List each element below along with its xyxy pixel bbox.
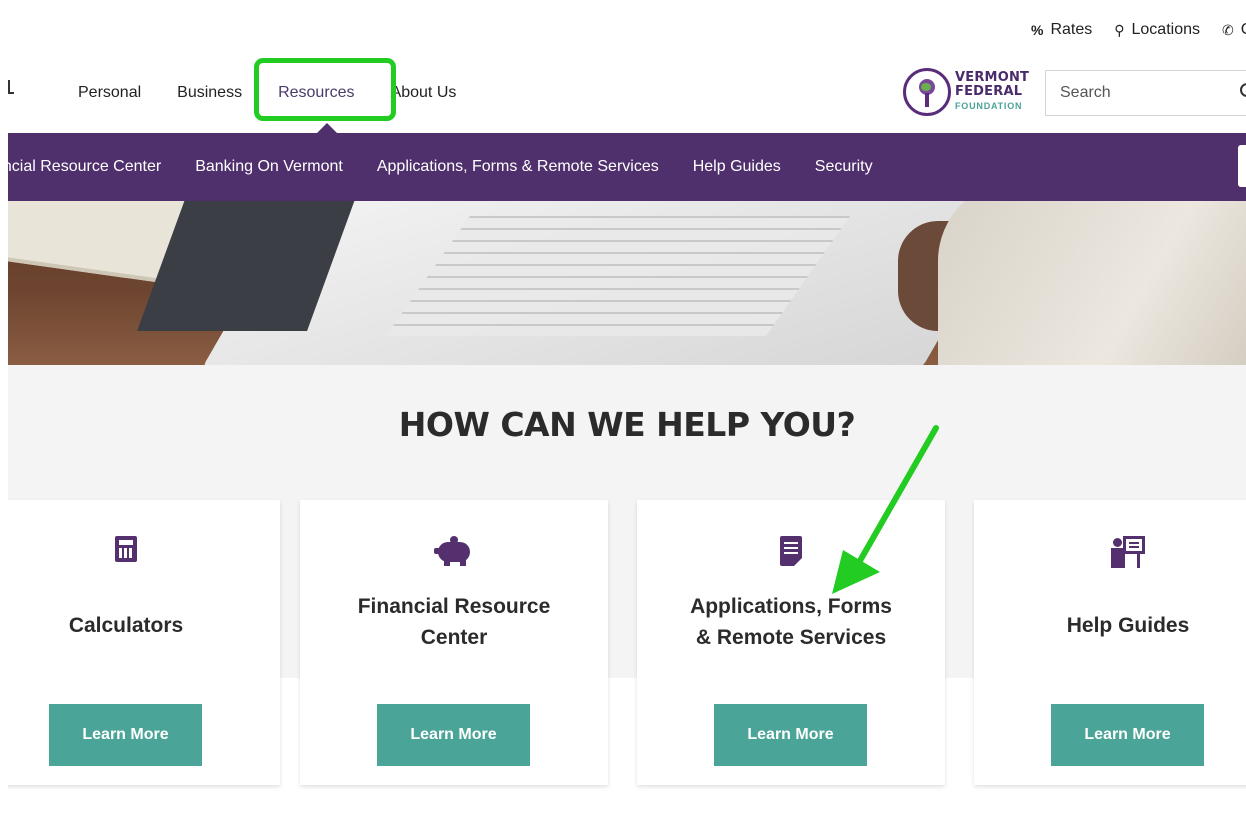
help-heading: HOW CAN WE HELP YOU? <box>398 405 856 444</box>
active-nav-caret <box>317 123 337 133</box>
foundation-wordmark: VERMONT FEDERAL FOUNDATION <box>955 71 1029 113</box>
vermont-federal-foundation-logo[interactable]: VERMONT FEDERAL FOUNDATION <box>903 68 1029 116</box>
card-title-line-1: Financial Resource <box>357 595 551 618</box>
card-title-line-1: Applications, Forms <box>690 595 892 618</box>
card-title-line-2: Center <box>420 626 488 649</box>
subnav-right-button-edge[interactable] <box>1238 145 1246 187</box>
foundation-line-1: VERMONT <box>955 70 1030 85</box>
page: % Rates ⚲ Locations ✆ C Personal Busines… <box>8 0 1246 832</box>
card-title: Help Guides <box>1066 614 1190 637</box>
rates-link[interactable]: % Rates <box>1031 21 1092 39</box>
learn-more-button[interactable]: Learn More <box>377 704 530 766</box>
presentation-icon <box>1111 536 1145 568</box>
resources-subnav: ancial Resource Center Banking On Vermon… <box>8 133 1246 201</box>
nav-personal[interactable]: Personal <box>78 84 141 102</box>
contact-label: C <box>1241 21 1246 39</box>
subnav-applications-forms[interactable]: Applications, Forms & Remote Services <box>377 158 659 176</box>
nav-business[interactable]: Business <box>177 84 242 102</box>
card-title: Calculators <box>68 614 184 637</box>
calculator-icon <box>115 536 137 562</box>
map-pin-icon: ⚲ <box>1114 21 1125 38</box>
card-calculators: Calculators Learn More <box>8 500 280 785</box>
subnav-banking-on-vermont[interactable]: Banking On Vermont <box>195 158 343 176</box>
contact-link[interactable]: ✆ C <box>1222 21 1246 39</box>
hero-image <box>8 201 1246 365</box>
nav-resources[interactable]: Resources <box>278 84 354 102</box>
percent-icon: % <box>1030 22 1044 38</box>
subnav-financial-resource-center[interactable]: ancial Resource Center <box>8 158 161 176</box>
card-help-guides: Help Guides Learn More <box>974 500 1246 785</box>
locations-label: Locations <box>1131 21 1201 38</box>
site-logo-fragment[interactable] <box>8 80 14 94</box>
utility-bar: % Rates ⚲ Locations ✆ C <box>1031 18 1246 42</box>
subnav-security[interactable]: Security <box>815 158 873 176</box>
search-icon[interactable] <box>1240 83 1246 97</box>
main-nav: Personal Business Resources About Us <box>78 84 456 102</box>
foundation-line-2: FEDERAL <box>955 84 1023 99</box>
card-financial-resource-center: Financial Resource Center Learn More <box>300 500 608 785</box>
locations-link[interactable]: ⚲ Locations <box>1114 21 1200 39</box>
phone-icon: ✆ <box>1222 21 1234 38</box>
card-title-line-2: & Remote Services <box>695 626 887 649</box>
learn-more-button[interactable]: Learn More <box>49 704 202 766</box>
document-icon <box>780 536 802 566</box>
learn-more-button[interactable]: Learn More <box>714 704 867 766</box>
nav-about-us[interactable]: About Us <box>391 84 457 102</box>
foundation-tree-icon <box>903 68 951 116</box>
search-input[interactable] <box>1060 84 1220 102</box>
rates-label: Rates <box>1050 21 1093 38</box>
learn-more-button[interactable]: Learn More <box>1051 704 1204 766</box>
search-box <box>1045 70 1246 116</box>
foundation-line-3: FOUNDATION <box>955 101 1023 111</box>
card-applications-forms: Applications, Forms & Remote Services Le… <box>637 500 945 785</box>
subnav-help-guides[interactable]: Help Guides <box>693 158 781 176</box>
piggy-bank-icon <box>434 536 474 566</box>
